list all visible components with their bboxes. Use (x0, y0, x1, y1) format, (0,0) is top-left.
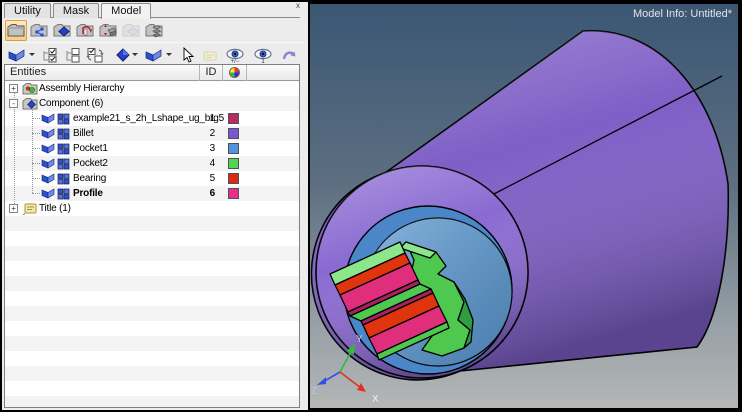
note-icon[interactable] (199, 44, 221, 65)
graphics-viewport[interactable]: Y Z X Model Info: Untitled* (308, 2, 740, 410)
color-swatch[interactable] (228, 143, 239, 154)
folder-red-arrow-icon[interactable] (74, 20, 96, 41)
tree-stub (32, 148, 40, 149)
folder-network-icon[interactable] (28, 20, 50, 41)
folder-stack-icon[interactable] (143, 20, 165, 41)
tree-stub (32, 163, 40, 164)
tree-item[interactable]: Billet 2 (5, 126, 299, 141)
browser-toolbar-bottom: +/− 1 (4, 42, 304, 65)
tree-item-label[interactable]: Assembly Hierarchy (39, 81, 124, 96)
tab-mask[interactable]: Mask (53, 3, 99, 18)
tab-bar: Utility Mask Model (4, 3, 300, 18)
color-swatch[interactable] (228, 113, 239, 124)
tree-item[interactable]: - Component (6) (5, 96, 299, 111)
tab-model[interactable]: Model (101, 3, 151, 19)
color-swatch[interactable] (228, 188, 239, 199)
tree-item-id: 5 (195, 171, 215, 186)
browser-panel: x Utility Mask Model (2, 2, 308, 410)
entities-column-header[interactable]: Entities (5, 65, 200, 81)
eye-plusminus-icon[interactable]: +/− (224, 44, 246, 65)
view-dropdown-icon[interactable] (164, 44, 174, 65)
folder-gray-icon[interactable] (5, 20, 27, 41)
tree-item[interactable]: Pocket1 3 (5, 141, 299, 156)
tree-item-label[interactable]: Billet (73, 126, 93, 141)
collector-dropdown-icon[interactable] (27, 44, 37, 65)
tree-item[interactable]: Pocket2 4 (5, 156, 299, 171)
z-axis-label: Z (311, 386, 317, 397)
expand-toggle[interactable]: + (9, 204, 18, 213)
model-info-label: Model Info: Untitled* (633, 8, 733, 20)
tree-item[interactable]: Bearing 5 (5, 171, 299, 186)
tree-stub (32, 133, 40, 134)
component-view-icon[interactable] (142, 44, 164, 65)
expand-toggle[interactable]: - (9, 99, 18, 108)
tree-item-label[interactable]: Component (6) (39, 96, 103, 111)
folder-diamond-icon[interactable] (51, 20, 73, 41)
tree-stub (32, 193, 40, 194)
tree-item-id: 6 (195, 186, 215, 201)
folder-box-arrows-icon[interactable] (97, 20, 119, 41)
tab-utility[interactable]: Utility (4, 3, 51, 18)
tree-item-label[interactable]: Title (1) (39, 201, 71, 216)
browser-toolbar-top (4, 19, 304, 42)
x-axis-label: X (372, 394, 379, 405)
folder-faded-icon[interactable] (120, 20, 142, 41)
tree-unchecked-icon[interactable] (61, 44, 83, 65)
entity-tree: + Assembly Hierarchy - Component (6)example… (5, 81, 299, 407)
tree-item-id: 2 (195, 126, 215, 141)
tree-item-label[interactable]: Pocket1 (73, 141, 108, 156)
tree-item[interactable]: + Title (1) (5, 201, 299, 216)
check-reverse-icon[interactable] (84, 44, 106, 65)
tree-item-id: 3 (195, 141, 215, 156)
color-swatch[interactable] (228, 128, 239, 139)
tree-item[interactable]: Profile 6 (5, 186, 299, 201)
entity-browser: Entities ID + Assembly Hierarchy - Componen… (4, 64, 300, 408)
tree-item[interactable]: + Assembly Hierarchy (5, 81, 299, 96)
title-note-icon (22, 202, 38, 220)
tree-header: Entities ID (5, 65, 299, 81)
expand-toggle[interactable]: + (9, 84, 18, 93)
pointer-icon[interactable] (176, 44, 198, 65)
tree-item[interactable]: example21_s_2h_Lshape_ug_brg51 (5, 111, 299, 126)
tree-item-label[interactable]: Bearing (73, 171, 106, 186)
color-column-header[interactable] (223, 65, 247, 81)
tree-item-id: 4 (195, 156, 215, 171)
color-swatch[interactable] (228, 158, 239, 169)
y-axis-label: Y (356, 334, 363, 345)
undo-arrow-icon[interactable] (278, 44, 300, 65)
color-wheel-icon (229, 67, 240, 78)
tree-item-label[interactable]: Profile (73, 186, 103, 201)
color-swatch[interactable] (228, 173, 239, 184)
tree-stub (32, 178, 40, 179)
tree-item-label[interactable]: Pocket2 (73, 156, 108, 171)
tree-stub (32, 118, 40, 119)
id-column-header[interactable]: ID (200, 65, 223, 81)
component-collector-icon[interactable] (5, 44, 27, 65)
eye-one-icon[interactable]: 1 (252, 44, 274, 65)
tree-checked-icon[interactable] (38, 44, 60, 65)
app-window: x Utility Mask Model (0, 0, 742, 412)
diamond-dropdown-icon[interactable] (130, 44, 140, 65)
tree-item-id: 1 (195, 111, 215, 126)
